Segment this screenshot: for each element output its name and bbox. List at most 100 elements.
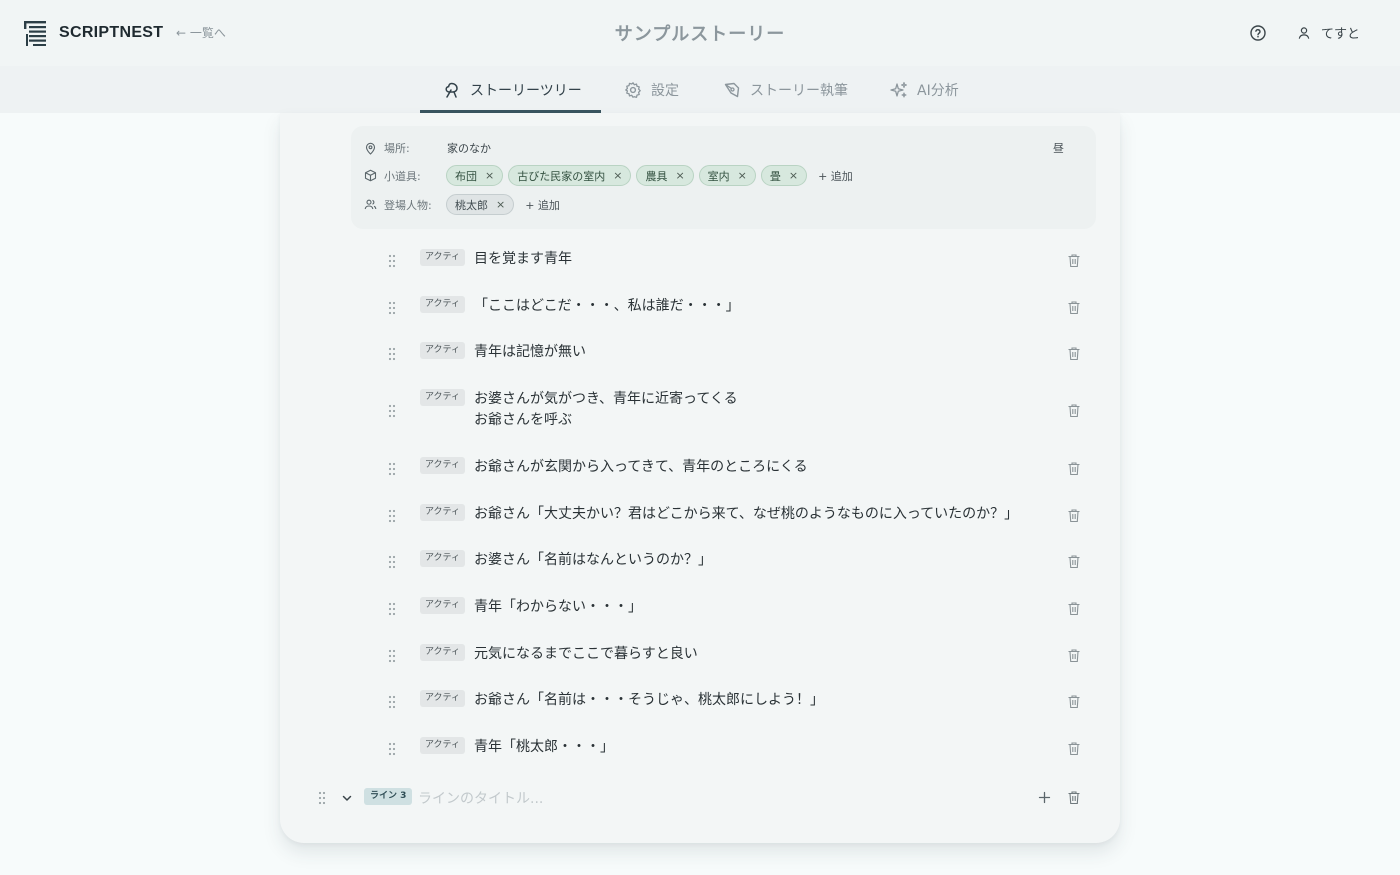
drag-handle-icon[interactable] — [387, 509, 397, 523]
action-type-badge: アクティ — [420, 249, 466, 266]
props-label: 小道具: — [384, 169, 421, 183]
prop-chip[interactable]: 古びた民家の室内 × — [508, 165, 632, 186]
drag-handle-icon[interactable] — [387, 301, 397, 315]
tab-story-tree-label: ストーリーツリー — [470, 82, 582, 99]
trash-icon[interactable] — [1067, 741, 1081, 756]
trash-icon[interactable] — [1067, 253, 1081, 268]
remove-chip-icon[interactable]: × — [738, 169, 747, 182]
trash-icon[interactable] — [1067, 790, 1081, 805]
action-type-badge: アクティ — [420, 550, 466, 567]
prop-chip[interactable]: 布団 × — [446, 165, 504, 186]
action-text-line2[interactable]: お爺さんを呼ぶ — [474, 410, 572, 431]
prop-chip-label: 畳 — [769, 169, 781, 183]
page-title: サンプルストーリー — [614, 24, 786, 45]
action-text[interactable]: お爺さん「大丈夫かい？君はどこから来て、なぜ桃のようなものに入っていたのか？」 — [474, 504, 1018, 525]
trash-icon[interactable] — [1067, 648, 1081, 663]
remove-chip-icon[interactable]: × — [496, 198, 505, 211]
character-chip-label: 桃太郎 — [455, 198, 488, 212]
characters-row: 登場人物: 桃太郎 × + 追加 — [364, 194, 560, 215]
drag-handle-icon[interactable] — [387, 695, 397, 709]
sparkles-icon — [890, 81, 908, 98]
prop-chip-label: 古びた民家の室内 — [517, 169, 606, 183]
action-text[interactable]: 目を覚ます青年 — [474, 249, 572, 270]
action-text[interactable]: お婆さんが気がつき、青年に近寄ってくる — [474, 389, 738, 410]
tab-settings-label: 設定 — [651, 82, 679, 99]
user-name: てすと — [1321, 27, 1361, 42]
gear-icon — [625, 81, 641, 98]
trash-icon[interactable] — [1067, 461, 1081, 476]
user-menu-button[interactable]: てすと — [1297, 23, 1360, 42]
action-type-badge: アクティ — [420, 389, 466, 406]
props-row: 小道具: 布団 × 古びた民家の室内 × 農具 × 室内 × 畳 × + 追加 — [364, 165, 853, 186]
trash-icon[interactable] — [1067, 601, 1081, 616]
trash-icon[interactable] — [1067, 508, 1081, 523]
action-text[interactable]: お爺さんが玄関から入ってきて、青年のところにくる — [474, 457, 808, 478]
add-icon[interactable] — [1038, 791, 1051, 804]
prop-chip-label: 農具 — [645, 169, 668, 183]
place-value[interactable]: 家のなか — [447, 140, 491, 156]
action-text[interactable]: 「ここはどこだ・・・、私は誰だ・・・」 — [474, 296, 740, 317]
tab-story-writing[interactable]: ストーリー執筆 — [723, 66, 848, 113]
remove-chip-icon[interactable]: × — [613, 169, 622, 182]
action-type-badge: アクティ — [420, 597, 466, 614]
map-pin-icon — [365, 142, 376, 155]
add-prop-button[interactable]: + 追加 — [818, 168, 853, 184]
chevron-down-icon[interactable] — [341, 792, 353, 804]
trash-icon[interactable] — [1067, 554, 1081, 569]
action-type-badge: アクティ — [420, 504, 466, 521]
drag-handle-icon[interactable] — [317, 791, 327, 805]
action-text[interactable]: 元気になるまでここで暮らすと良い — [474, 644, 698, 665]
story-tree-card: 場所: 家のなか 昼 小道具: 布団 × 古びた民家の室内 × 農具 × 室内 × 畳 ×… — [280, 113, 1120, 843]
characters-label: 登場人物: — [384, 198, 432, 212]
tab-settings[interactable]: 設定 — [624, 66, 679, 113]
prop-chip[interactable]: 農具 × — [636, 165, 694, 186]
time-of-day[interactable]: 昼 — [1053, 140, 1064, 156]
drag-handle-icon[interactable] — [387, 649, 397, 663]
tab-story-writing-label: ストーリー執筆 — [750, 82, 848, 99]
place-label: 場所: — [384, 142, 410, 155]
drag-handle-icon[interactable] — [387, 742, 397, 756]
tab-story-tree[interactable]: ストーリーツリー — [443, 66, 582, 113]
trash-icon[interactable] — [1067, 300, 1081, 315]
prop-chip[interactable]: 室内 × — [698, 165, 756, 186]
trash-icon[interactable] — [1067, 403, 1081, 418]
drag-handle-icon[interactable] — [387, 347, 397, 361]
tree-icon — [445, 82, 458, 98]
app-header: SCRIPTNEST ← 一覧へ サンプルストーリー てすと — [0, 0, 1400, 66]
trash-icon[interactable] — [1067, 346, 1081, 361]
action-type-badge: アクティ — [420, 644, 466, 661]
drag-handle-icon[interactable] — [387, 602, 397, 616]
action-type-badge: アクティ — [420, 737, 466, 754]
drag-handle-icon[interactable] — [387, 555, 397, 569]
remove-chip-icon[interactable]: × — [675, 169, 684, 182]
action-text[interactable]: お婆さん「名前はなんというのか？」 — [474, 550, 712, 571]
action-text[interactable]: お爺さん「名前は・・・そうじゃ、桃太郎にしよう！」 — [474, 690, 824, 711]
tab-bar: ストーリーツリー 設定 ストーリー執筆 AI分析 — [0, 66, 1400, 113]
remove-chip-icon[interactable]: × — [485, 169, 494, 182]
action-type-badge: アクティ — [420, 690, 466, 707]
pen-icon — [724, 82, 740, 97]
add-character-button[interactable]: + 追加 — [525, 197, 560, 213]
remove-chip-icon[interactable]: × — [789, 169, 798, 182]
character-chip[interactable]: 桃太郎 × — [446, 194, 515, 215]
action-type-badge: アクティ — [420, 342, 466, 359]
line-row[interactable]: ライン 3 ラインのタイトル... — [280, 785, 1120, 811]
drag-handle-icon[interactable] — [387, 404, 397, 418]
action-type-badge: アクティ — [420, 457, 466, 474]
action-text[interactable]: 青年「桃太郎・・・」 — [474, 737, 614, 758]
trash-icon[interactable] — [1067, 694, 1081, 709]
users-icon — [364, 199, 377, 210]
scene-meta-panel: 場所: 家のなか 昼 小道具: 布団 × 古びた民家の室内 × 農具 × 室内 × 畳 ×… — [351, 126, 1096, 229]
action-text[interactable]: 青年「わからない・・・」 — [474, 597, 642, 618]
prop-chip[interactable]: 畳 × — [760, 165, 808, 186]
help-icon[interactable] — [1249, 24, 1267, 42]
drag-handle-icon[interactable] — [387, 254, 397, 268]
place-row: 場所: 家のなか — [364, 140, 491, 156]
prop-chip-label: 室内 — [707, 169, 730, 183]
prop-chip-label: 布団 — [455, 169, 477, 183]
drag-handle-icon[interactable] — [387, 462, 397, 476]
tab-ai-analysis-label: AI分析 — [917, 82, 959, 99]
action-text[interactable]: 青年は記憶が無い — [474, 342, 586, 363]
line-title-input[interactable]: ラインのタイトル... — [418, 788, 543, 808]
tab-ai-analysis[interactable]: AI分析 — [890, 66, 959, 113]
